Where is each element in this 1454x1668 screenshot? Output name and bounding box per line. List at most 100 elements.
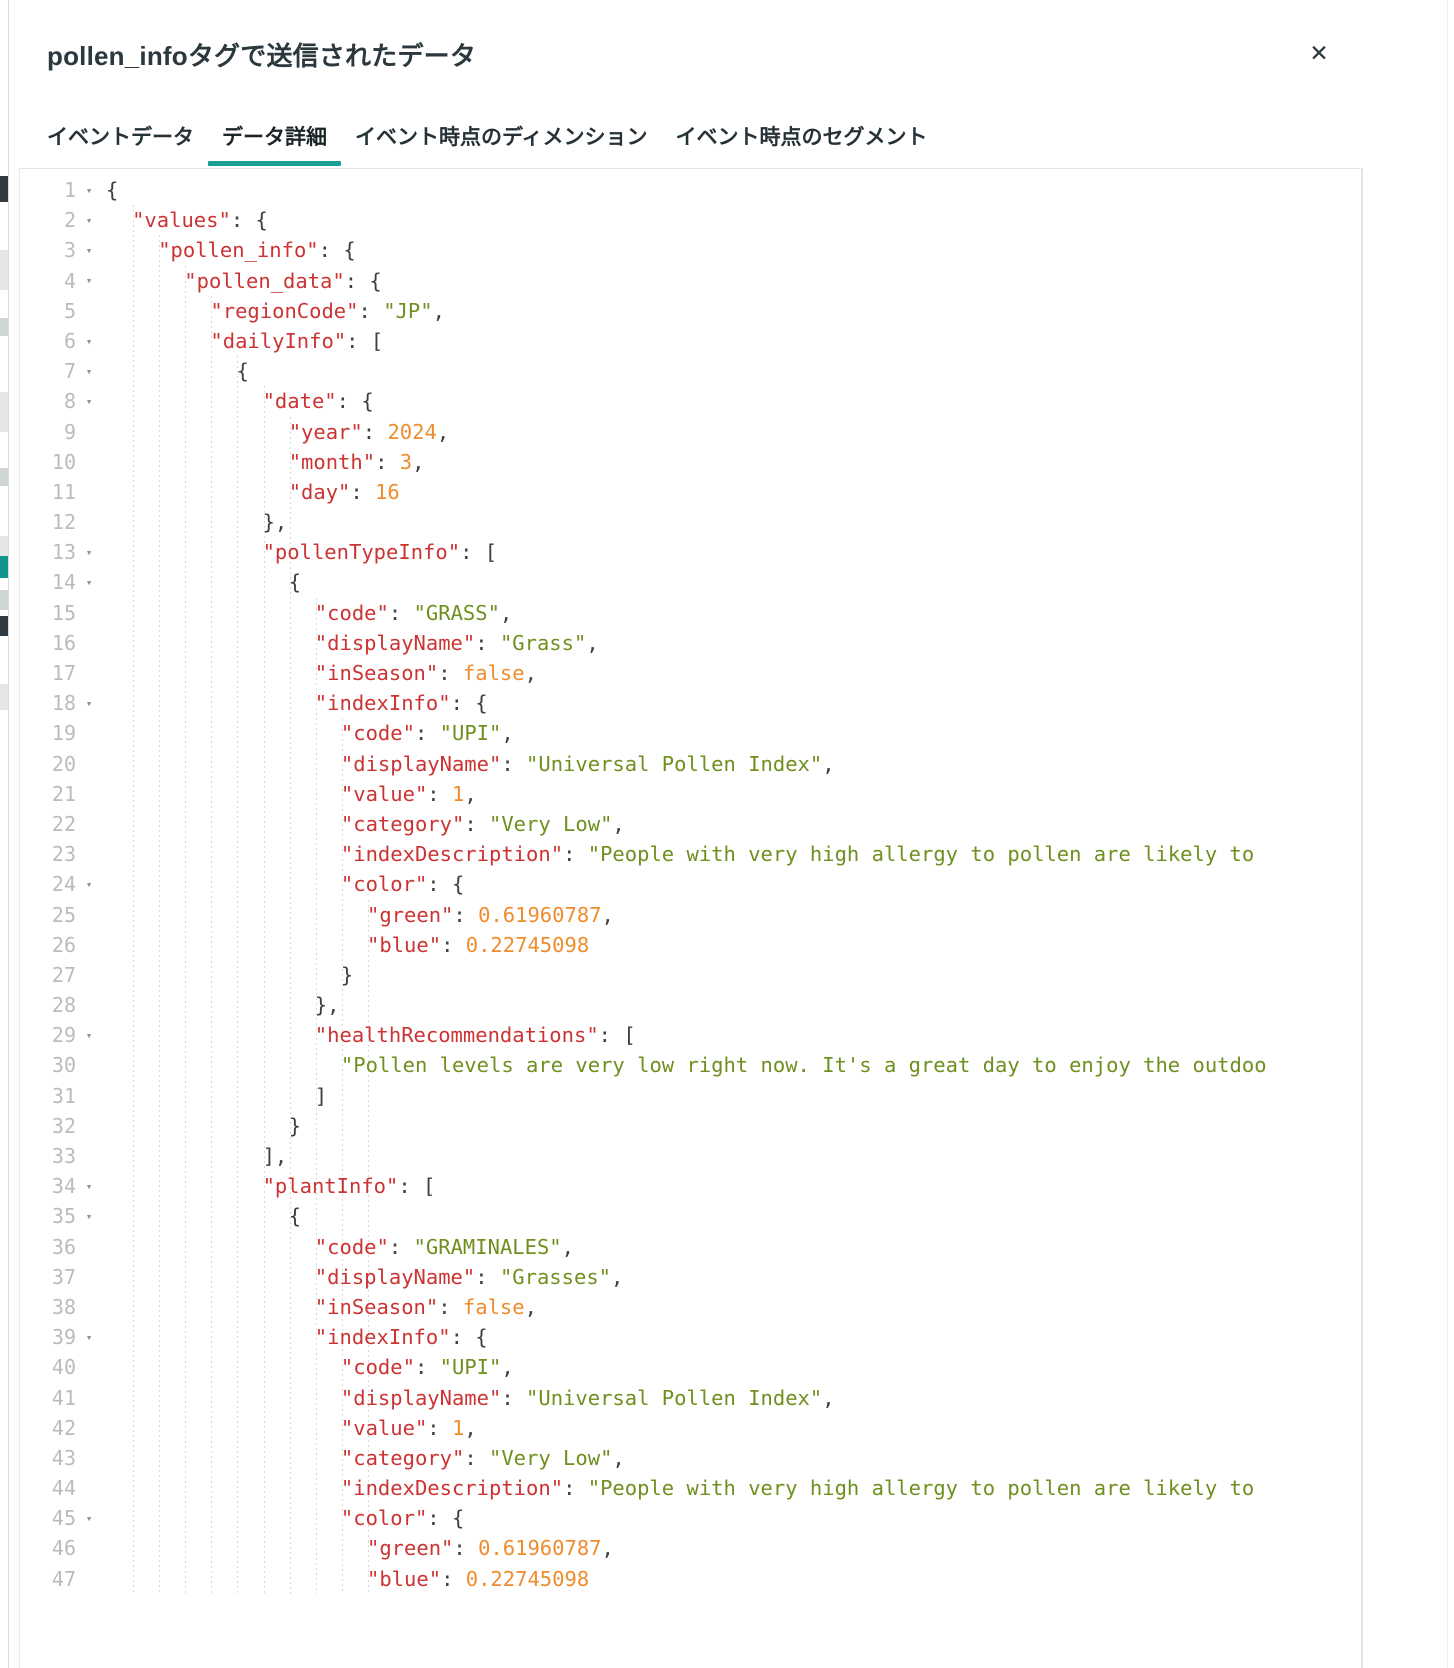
code-text: "color": { — [340, 872, 465, 897]
line-number: 12 — [51, 510, 76, 535]
code-text: "indexInfo": { — [314, 691, 488, 716]
line-number: 41 — [51, 1385, 76, 1410]
line-number: 27 — [51, 962, 76, 987]
code-line: 31] — [20, 1081, 1362, 1111]
code-text: "dailyInfo": [ — [210, 328, 384, 353]
code-text: { — [236, 359, 249, 384]
json-code[interactable]: 1 ▾{2 ▾ "values": {3 ▾ "pollen_info": {4 ▾ "pol… — [20, 169, 1362, 1668]
tab-event-data[interactable]: イベントデータ — [47, 127, 208, 166]
line-number: 22 — [51, 811, 76, 836]
line-number: 43 — [51, 1445, 76, 1470]
line-number: 16 — [51, 630, 76, 655]
code-text: "month": 3, — [288, 449, 425, 474]
code-text: "displayName": "Grass", — [314, 630, 599, 655]
tab-label: イベント時点のディメンション — [355, 126, 648, 149]
line-number: 29 — [51, 1023, 76, 1048]
code-line: 43 "category": "Very Low", — [20, 1443, 1362, 1473]
code-text: "displayName": "Universal Pollen Index", — [340, 751, 835, 776]
line-number: 17 — [51, 661, 76, 685]
code-text: "pollen_data": { — [184, 268, 382, 293]
line-number: 30 — [51, 1053, 76, 1078]
code-text: "day": 16 — [288, 479, 400, 504]
code-text: "values": { — [132, 208, 268, 233]
fold-toggle-icon[interactable]: ▾ — [78, 366, 100, 377]
code-text: "plantInfo": [ — [262, 1174, 436, 1199]
tab-label: イベントデータ — [47, 126, 194, 149]
code-text: { — [288, 1204, 302, 1229]
fold-toggle-icon[interactable]: ▾ — [78, 275, 100, 286]
code-line: 25 "green": 0.61960787, — [20, 900, 1362, 930]
line-number: 45 — [51, 1506, 76, 1531]
fold-toggle-icon[interactable]: ▾ — [78, 396, 100, 407]
code-text: "pollen_info": { — [158, 238, 356, 263]
code-line: 44 "indexDescription": "People with very … — [20, 1473, 1362, 1503]
line-number: 34 — [51, 1174, 76, 1199]
code-text: "year": 2024, — [288, 419, 450, 444]
fold-toggle-icon[interactable]: ▾ — [78, 547, 100, 558]
line-number: 24 — [51, 872, 76, 897]
code-line: 8 ▾ "date": { — [20, 386, 1362, 416]
code-line: 3 ▾ "pollen_info": { — [20, 235, 1362, 265]
code-text: "code": "UPI", — [340, 721, 514, 746]
fold-toggle-icon[interactable]: ▾ — [78, 1332, 100, 1343]
code-text: "code": "GRAMINALES", — [314, 1234, 574, 1259]
line-number: 46 — [51, 1536, 76, 1561]
line-number: 47 — [51, 1566, 76, 1591]
code-line: 45 ▾ "color": { — [20, 1503, 1362, 1533]
code-line: 33], — [20, 1141, 1362, 1171]
code-line: 9 "year": 2024, — [20, 417, 1362, 447]
close-icon[interactable]: ✕ — [1306, 40, 1332, 66]
code-text: "blue": 0.22745098 — [367, 932, 590, 957]
line-number: 37 — [51, 1264, 76, 1289]
line-number: 13 — [51, 540, 76, 565]
code-line: 13 ▾ "pollenTypeInfo": [ — [20, 537, 1362, 567]
code-line: 20 "displayName": "Universal Pollen Index… — [20, 749, 1362, 779]
code-text: "blue": 0.22745098 — [367, 1566, 590, 1591]
code-text: "green": 0.61960787, — [367, 1536, 614, 1561]
fold-toggle-icon[interactable]: ▾ — [78, 577, 100, 588]
fold-toggle-icon[interactable]: ▾ — [78, 1030, 100, 1041]
code-line: 18 ▾ "indexInfo": { — [20, 688, 1362, 718]
code-text: "displayName": "Universal Pollen Index", — [340, 1385, 835, 1410]
line-number: 35 — [51, 1204, 76, 1229]
code-line: 37 "displayName": "Grasses", — [20, 1262, 1362, 1292]
fold-toggle-icon[interactable]: ▾ — [78, 336, 100, 347]
tab-data-detail[interactable]: データ詳細 — [208, 127, 341, 166]
code-text: ], — [262, 1144, 288, 1168]
code-line: 5 "regionCode": "JP", — [20, 296, 1362, 326]
fold-toggle-icon[interactable]: ▾ — [78, 245, 100, 256]
editor-right-border — [1361, 169, 1362, 1668]
fold-toggle-icon[interactable]: ▾ — [78, 1181, 100, 1192]
code-line: 10 "month": 3, — [20, 447, 1362, 477]
code-line: 22 "category": "Very Low", — [20, 809, 1362, 839]
code-text: "category": "Very Low", — [340, 1445, 625, 1470]
event-data-modal: pollen_infoタグで送信されたデータ ✕ イベントデータ データ詳細 イ… — [9, 0, 1454, 1668]
line-number: 4 — [63, 268, 76, 293]
code-line: 28}, — [20, 990, 1362, 1020]
json-viewer[interactable]: 1 ▾{2 ▾ "values": {3 ▾ "pollen_info": {4 ▾ "pol… — [19, 168, 1363, 1668]
fold-toggle-icon[interactable]: ▾ — [78, 1211, 100, 1222]
fold-toggle-icon[interactable]: ▾ — [78, 698, 100, 709]
line-number: 5 — [63, 298, 76, 323]
code-line: 39 ▾ "indexInfo": { — [20, 1322, 1362, 1352]
code-line: 7 ▾ { — [20, 356, 1362, 386]
line-number: 26 — [51, 932, 76, 957]
code-line: 21 "value": 1, — [20, 779, 1362, 809]
code-line: 14 ▾ { — [20, 567, 1362, 597]
fold-toggle-icon[interactable]: ▾ — [78, 215, 100, 226]
code-text: "code": "UPI", — [340, 1355, 514, 1380]
code-line: 1 ▾ { — [20, 175, 1362, 205]
tab-underline — [662, 161, 942, 166]
fold-toggle-icon[interactable]: ▾ — [78, 185, 100, 196]
tab-event-dimensions[interactable]: イベント時点のディメンション — [341, 127, 662, 166]
line-number: 14 — [51, 570, 76, 595]
code-text: { — [106, 178, 119, 202]
line-number: 32 — [51, 1113, 76, 1138]
fold-toggle-icon[interactable]: ▾ — [78, 1513, 100, 1524]
tab-underline — [341, 161, 662, 166]
tab-event-segments[interactable]: イベント時点のセグメント — [662, 127, 942, 166]
fold-toggle-icon[interactable]: ▾ — [78, 879, 100, 890]
line-number: 33 — [51, 1144, 76, 1168]
code-line: 40 "code": "UPI", — [20, 1352, 1362, 1382]
code-line: 35 ▾ { — [20, 1201, 1362, 1231]
